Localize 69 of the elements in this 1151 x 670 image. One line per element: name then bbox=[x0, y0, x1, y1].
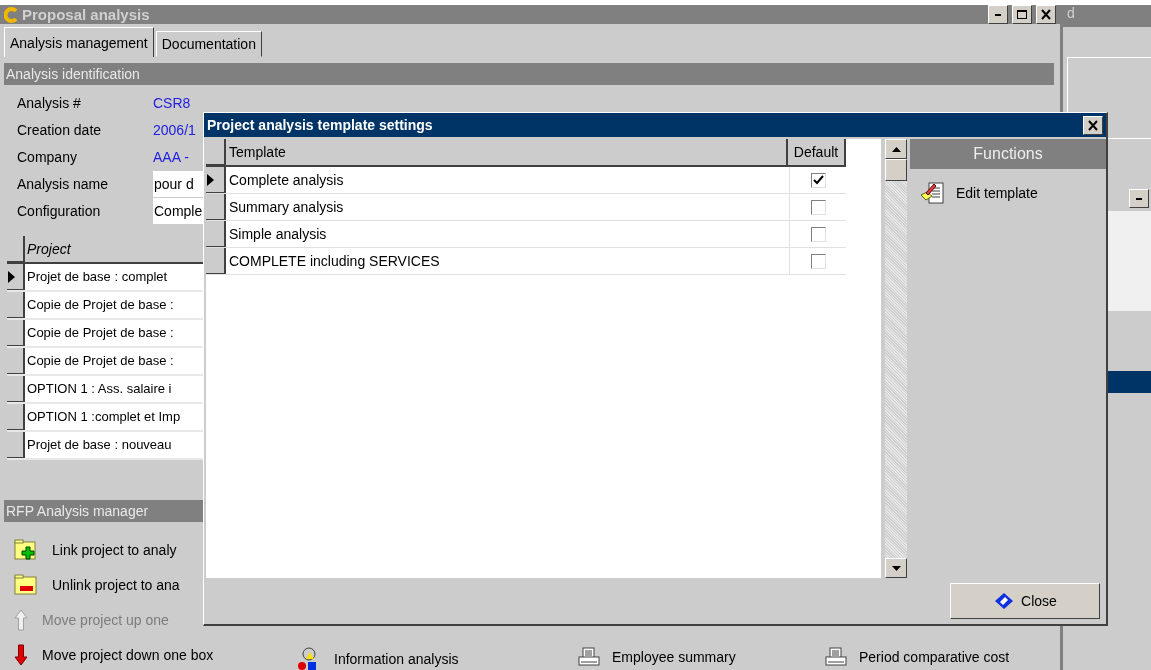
close-icon bbox=[1040, 9, 1052, 20]
action-link[interactable]: Period comparative cost bbox=[859, 649, 1010, 665]
row-selector[interactable] bbox=[206, 248, 226, 274]
field-label: Configuration bbox=[17, 202, 102, 219]
row-selector[interactable] bbox=[206, 221, 226, 247]
row-selector[interactable] bbox=[206, 167, 226, 193]
minimize-button[interactable] bbox=[1129, 189, 1149, 208]
action-link[interactable]: Unlink project to ana bbox=[52, 576, 180, 593]
window-title: Proposal analysis bbox=[22, 6, 150, 23]
field-label: Analysis # bbox=[17, 94, 82, 111]
row-pointer-icon bbox=[7, 269, 15, 284]
table-cell[interactable]: COMPLETE including SERVICES bbox=[226, 248, 790, 274]
checkbox[interactable] bbox=[810, 226, 826, 242]
field-value: CSR8 bbox=[153, 94, 191, 111]
row-selector[interactable] bbox=[7, 432, 25, 458]
document-pencil-icon bbox=[920, 181, 946, 205]
section-header: Analysis identification bbox=[4, 63, 1054, 85]
panel-header: Functions bbox=[910, 139, 1106, 169]
minimize-icon bbox=[1136, 197, 1142, 200]
printer-icon bbox=[578, 647, 600, 667]
function-link[interactable]: Edit template bbox=[956, 185, 1038, 201]
maximize-button[interactable] bbox=[1012, 5, 1032, 24]
row-selector[interactable] bbox=[7, 264, 25, 290]
row-selector[interactable] bbox=[7, 348, 25, 374]
minimize-icon bbox=[995, 13, 1001, 16]
table-cell[interactable]: Complete analysis bbox=[226, 167, 790, 193]
window-title: d bbox=[1063, 5, 1151, 27]
row-selector[interactable] bbox=[7, 320, 25, 346]
down-arrow-icon bbox=[14, 643, 28, 666]
close-button[interactable] bbox=[1083, 115, 1103, 135]
folder-minus-icon bbox=[14, 573, 38, 596]
row-selector[interactable] bbox=[7, 404, 25, 430]
close-icon bbox=[1087, 119, 1099, 131]
checkbox[interactable] bbox=[810, 172, 826, 188]
close-button[interactable]: Close bbox=[950, 583, 1100, 619]
up-triangle-icon bbox=[891, 146, 901, 152]
down-triangle-icon bbox=[891, 565, 901, 571]
checkbox[interactable] bbox=[810, 253, 826, 269]
scroll-up-button[interactable] bbox=[885, 139, 907, 159]
action-link[interactable]: Employee summary bbox=[612, 649, 736, 665]
scroll-thumb[interactable] bbox=[885, 159, 907, 181]
field-label: Creation date bbox=[17, 121, 103, 138]
row-selector[interactable] bbox=[7, 376, 25, 402]
column-header: Default bbox=[788, 139, 846, 165]
row-selector[interactable] bbox=[7, 292, 25, 318]
field-value: 2006/1 bbox=[153, 121, 196, 138]
tab[interactable]: Documentation bbox=[155, 31, 262, 57]
row-pointer-icon bbox=[206, 172, 214, 187]
maximize-icon bbox=[1016, 9, 1028, 20]
folder-plus-icon bbox=[14, 538, 38, 561]
dialog-title: Project analysis template settings bbox=[207, 117, 433, 133]
field-label: Company bbox=[17, 148, 78, 165]
up-arrow-icon bbox=[14, 608, 28, 631]
minimize-button[interactable] bbox=[988, 5, 1008, 24]
column-header: Template bbox=[226, 139, 788, 165]
scroll-down-button[interactable] bbox=[885, 558, 907, 578]
checkbox[interactable] bbox=[810, 199, 826, 215]
row-selector[interactable] bbox=[206, 194, 226, 220]
logo-icon bbox=[4, 6, 18, 23]
action-link[interactable]: Link project to analy bbox=[52, 541, 177, 558]
action-link[interactable]: Move project down one box bbox=[42, 646, 214, 663]
printer-icon bbox=[825, 647, 847, 667]
close-button[interactable] bbox=[1036, 5, 1056, 24]
field-label: Analysis name bbox=[17, 175, 110, 192]
tab[interactable]: Analysis management bbox=[4, 27, 154, 57]
field-value: AAA - bbox=[153, 148, 189, 165]
table-cell[interactable]: Summary analysis bbox=[226, 194, 790, 220]
table-cell[interactable]: Simple analysis bbox=[226, 221, 790, 247]
action-link[interactable]: Information analysis bbox=[334, 651, 459, 667]
